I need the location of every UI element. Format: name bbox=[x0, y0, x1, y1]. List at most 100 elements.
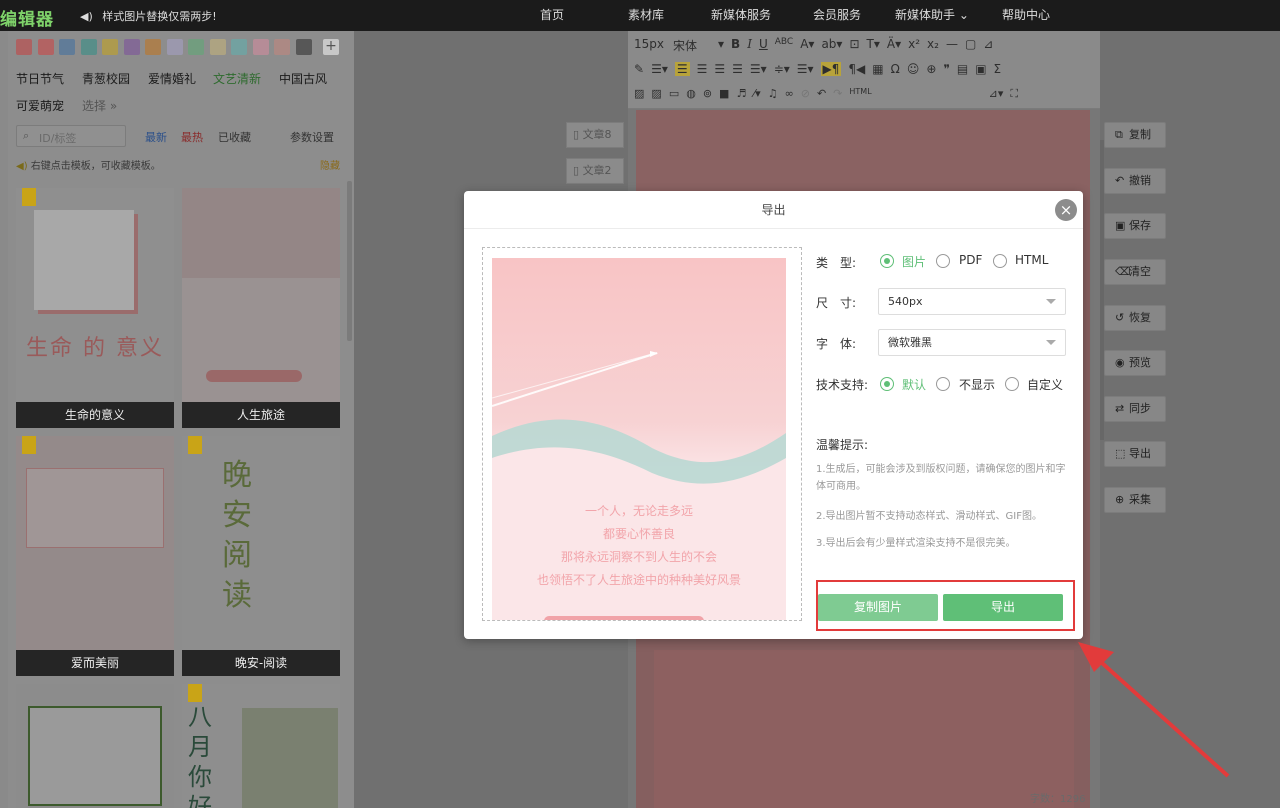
type-image-radio[interactable] bbox=[880, 254, 894, 268]
color-swatch[interactable] bbox=[274, 39, 290, 55]
shape-icon[interactable]: ◍ bbox=[686, 87, 696, 101]
align-justify-icon[interactable]: ☰ bbox=[732, 62, 743, 76]
fullscreen-icon[interactable]: ⛶ bbox=[1010, 87, 1018, 101]
align-left-icon[interactable]: ☰ bbox=[674, 62, 690, 76]
size-select[interactable]: 540px bbox=[878, 288, 1066, 315]
nav-home[interactable]: 首页 bbox=[540, 6, 564, 23]
template-card[interactable] bbox=[16, 684, 174, 808]
text-size-icon[interactable]: T▾ bbox=[867, 37, 880, 54]
sync-button[interactable]: ⇄ 同步 bbox=[1104, 396, 1166, 422]
nav-materials[interactable]: 素材库 bbox=[628, 6, 664, 23]
more-icon[interactable]: ⊿▾ bbox=[989, 87, 1004, 101]
font-select[interactable]: 微软雅黑 bbox=[878, 329, 1066, 356]
save-draft-icon[interactable]: ▣ bbox=[975, 62, 986, 76]
subscript-icon[interactable]: x₂ bbox=[927, 37, 939, 54]
paragraph-spacing-icon[interactable]: ≑▾ bbox=[774, 62, 790, 76]
filter-newest[interactable]: 最新 bbox=[145, 129, 167, 145]
special-char-icon[interactable]: Ω bbox=[891, 62, 900, 76]
table-icon[interactable]: ▤ bbox=[957, 62, 968, 76]
scrollbar[interactable] bbox=[347, 181, 352, 341]
filter-hottest[interactable]: 最热 bbox=[181, 129, 203, 145]
font-color-icon[interactable]: A▾ bbox=[800, 37, 814, 54]
save-button[interactable]: ▣ 保存 bbox=[1104, 213, 1166, 239]
audio-icon[interactable]: ♬ bbox=[736, 87, 746, 101]
category-wedding[interactable]: 爱情婚礼 bbox=[148, 70, 196, 87]
image-icon[interactable]: ▨ bbox=[634, 87, 644, 101]
category-pets[interactable]: 可爱萌宠 bbox=[16, 97, 64, 114]
preview-button[interactable]: ◉ 预览 bbox=[1104, 350, 1166, 376]
category-ancient[interactable]: 中国古风 bbox=[279, 70, 327, 87]
hide-link[interactable]: 隐藏 bbox=[320, 157, 340, 172]
category-more[interactable]: 选择 » bbox=[82, 97, 117, 114]
search-field[interactable]: ⌕ ID/标签 bbox=[16, 125, 126, 147]
ltr-icon[interactable]: ▶¶ bbox=[820, 62, 842, 76]
clear-format-icon[interactable]: ▢ bbox=[965, 37, 976, 54]
add-color-icon[interactable]: + bbox=[323, 39, 339, 55]
template-card[interactable]: 八月 你好 bbox=[182, 684, 340, 808]
emoji-icon[interactable]: ☺ bbox=[907, 62, 920, 76]
line-height-icon[interactable]: ☰▾ bbox=[750, 62, 767, 76]
border-icon[interactable]: ⊡ bbox=[849, 37, 859, 54]
redo-icon[interactable]: ↷ bbox=[833, 87, 842, 101]
music-icon[interactable]: ♫ bbox=[768, 87, 778, 101]
support-custom-label[interactable]: 自定义 bbox=[1027, 376, 1063, 393]
rtl-icon[interactable]: ¶◀ bbox=[848, 62, 865, 76]
background-color-icon[interactable]: ab▾ bbox=[821, 37, 842, 54]
doc-tab[interactable]: ▯ 文章8 bbox=[566, 122, 624, 148]
color-swatch[interactable] bbox=[37, 39, 54, 55]
eraser-icon[interactable]: ✎ bbox=[634, 62, 644, 76]
nav-membership[interactable]: 会员服务 bbox=[813, 6, 861, 23]
superscript-icon[interactable]: x² bbox=[908, 37, 920, 54]
color-swatch[interactable] bbox=[188, 39, 204, 55]
multi-image-icon[interactable]: ▨ bbox=[651, 87, 661, 101]
indent-icon[interactable]: ☰▾ bbox=[651, 62, 668, 76]
color-swatch[interactable] bbox=[145, 39, 161, 55]
clear-button[interactable]: ⌫清空 bbox=[1104, 259, 1166, 285]
support-default-radio[interactable] bbox=[880, 377, 894, 391]
font-size-select[interactable]: 15px bbox=[634, 37, 664, 54]
video-icon[interactable]: ■ bbox=[719, 87, 729, 101]
color-swatch[interactable] bbox=[80, 39, 97, 55]
frame-icon[interactable]: ▭ bbox=[669, 87, 679, 101]
collect-button[interactable]: ⊕ 采集 bbox=[1104, 487, 1166, 513]
magic-icon[interactable]: ⁄▾ bbox=[753, 87, 760, 101]
type-pdf-label[interactable]: PDF bbox=[959, 253, 982, 267]
font-family-select[interactable]: 宋体 bbox=[673, 37, 697, 54]
support-default-label[interactable]: 默认 bbox=[902, 376, 926, 393]
avatar-icon[interactable]: ⊚ bbox=[703, 87, 712, 101]
underline-icon[interactable]: U bbox=[759, 37, 768, 54]
template-card[interactable]: 晚安 阅读 晚安-阅读 bbox=[182, 436, 340, 676]
horizontal-rule-icon[interactable]: — bbox=[946, 37, 958, 54]
color-swatch[interactable] bbox=[102, 39, 118, 55]
settings-link[interactable]: 参数设置 bbox=[290, 129, 334, 145]
support-hide-radio[interactable] bbox=[936, 377, 950, 391]
nav-media-assistant[interactable]: 新媒体助手 ⌄ bbox=[895, 6, 969, 23]
link-icon[interactable]: ∞ bbox=[785, 87, 794, 101]
align-right-icon[interactable]: ☰ bbox=[714, 62, 725, 76]
category-campus[interactable]: 青葱校园 bbox=[82, 70, 130, 87]
align-center-icon[interactable]: ☰ bbox=[697, 62, 708, 76]
color-swatch[interactable] bbox=[59, 39, 75, 55]
template-card[interactable]: 人生旅途 bbox=[182, 188, 340, 428]
html-icon[interactable]: HTML bbox=[849, 87, 871, 101]
strikethrough-icon[interactable]: ABC bbox=[775, 37, 793, 54]
export-preview[interactable]: 一个人，无论走多远 都要心怀善良 那将永远洞察不到人生的不会 也领悟不了人生旅途… bbox=[482, 247, 802, 621]
support-hide-label[interactable]: 不显示 bbox=[959, 376, 995, 393]
type-pdf-radio[interactable] bbox=[936, 254, 950, 268]
color-swatch[interactable] bbox=[123, 39, 140, 55]
table-style-icon[interactable]: ▦ bbox=[872, 62, 883, 76]
restore-button[interactable]: ↺ 恢复 bbox=[1104, 305, 1166, 331]
quote-icon[interactable]: ❞ bbox=[943, 62, 949, 76]
template-card[interactable]: 爱而美丽 bbox=[16, 436, 174, 676]
category-festival[interactable]: 节日节气 bbox=[16, 70, 64, 87]
doc-tab[interactable]: ▯ 文章2 bbox=[566, 158, 624, 184]
nav-media-service[interactable]: 新媒体服务 bbox=[711, 6, 771, 23]
dropdown-caret-icon[interactable]: ▾ bbox=[718, 37, 724, 54]
type-image-label[interactable]: 图片 bbox=[902, 253, 926, 270]
color-swatch[interactable] bbox=[295, 39, 312, 55]
color-swatch[interactable] bbox=[252, 39, 269, 55]
export-tool-button[interactable]: ⬚ 导出 bbox=[1104, 441, 1166, 467]
support-custom-radio[interactable] bbox=[1005, 377, 1019, 391]
template-card[interactable]: 生命 的 意义 生命的意义 bbox=[16, 188, 174, 428]
color-swatch[interactable] bbox=[231, 39, 247, 55]
